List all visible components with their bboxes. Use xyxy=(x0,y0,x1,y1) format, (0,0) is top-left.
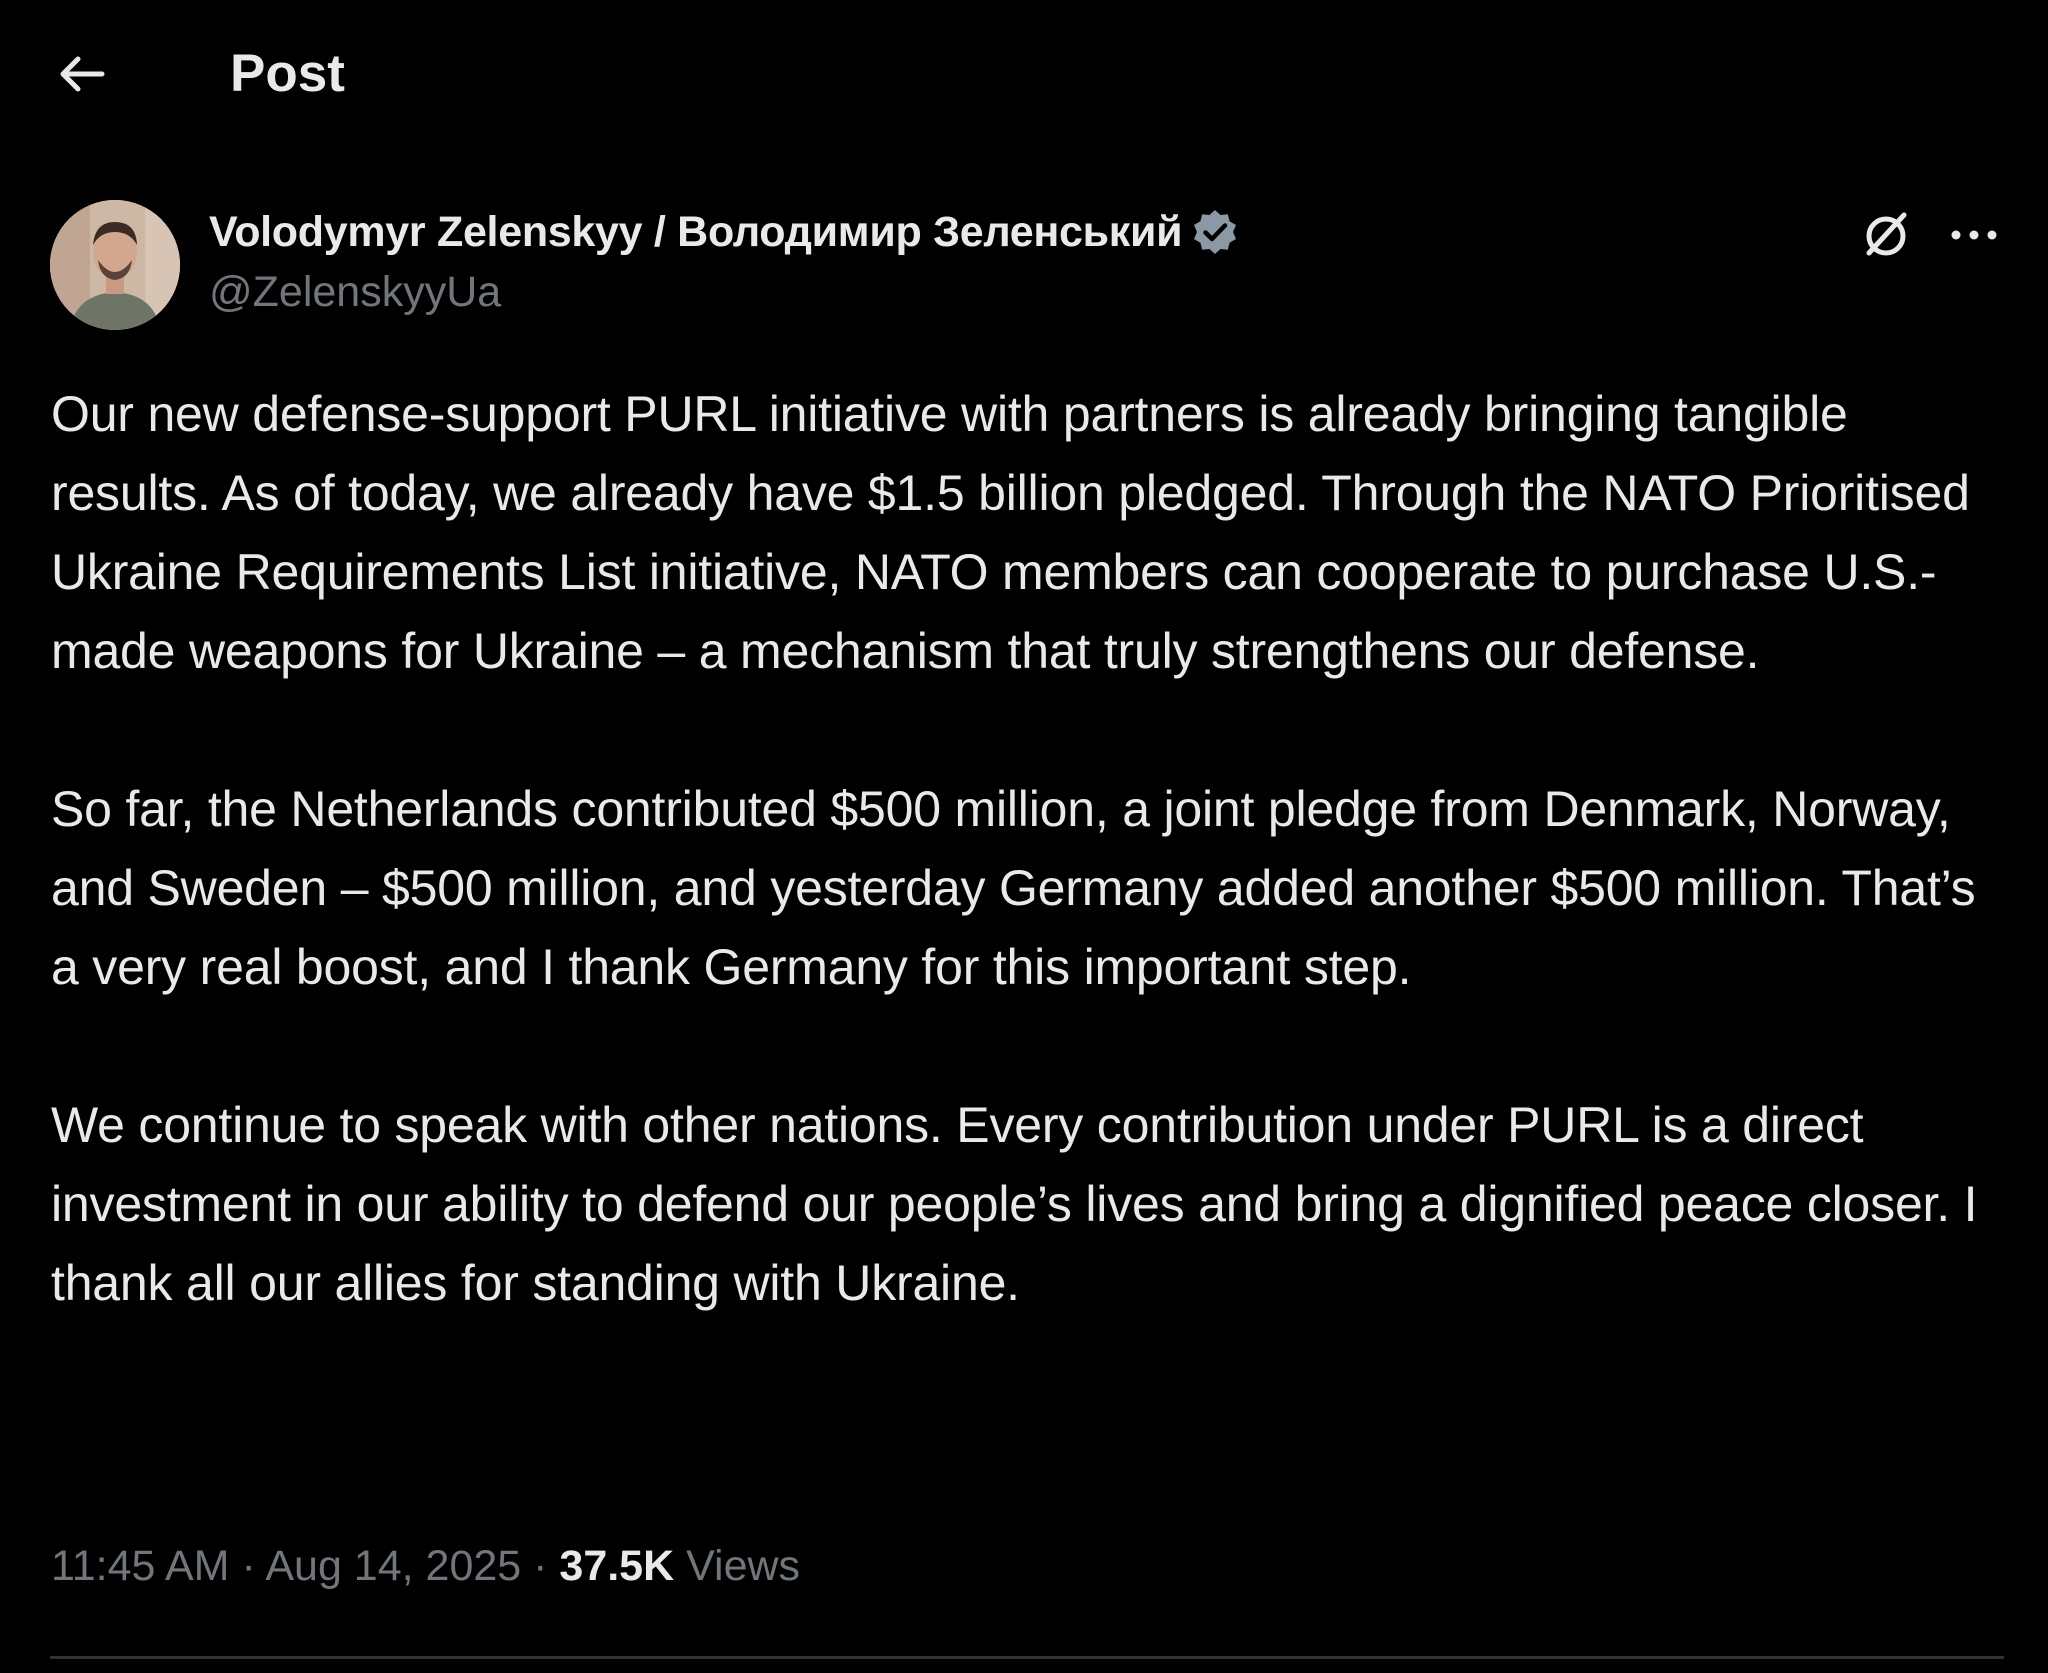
post-text: Our new defense-support PURL initiative … xyxy=(51,375,2011,1323)
meta-separator: · xyxy=(229,1542,266,1590)
post-paragraph: We continue to speak with other nations.… xyxy=(51,1097,1978,1311)
top-bar: Post xyxy=(0,0,2048,150)
avatar[interactable] xyxy=(50,200,180,330)
page-title: Post xyxy=(230,44,345,103)
grok-button[interactable] xyxy=(1856,205,1916,265)
divider xyxy=(50,1656,2004,1659)
post-date[interactable]: Aug 14, 2025 xyxy=(265,1542,521,1590)
meta-separator: · xyxy=(521,1542,560,1590)
verified-badge-icon[interactable] xyxy=(1190,207,1240,257)
more-dots-icon xyxy=(1951,230,1997,240)
avatar-image xyxy=(50,200,180,330)
back-button[interactable] xyxy=(52,44,112,104)
author-block: Volodymyr Zelenskyy / Володимир Зеленськ… xyxy=(209,198,1240,320)
grok-icon xyxy=(1866,212,1907,256)
author-handle[interactable]: @ZelenskyyUa xyxy=(209,264,1240,320)
arrow-left-icon xyxy=(60,56,105,92)
author-name-row: Volodymyr Zelenskyy / Володимир Зеленськ… xyxy=(209,198,1240,266)
author-display-name[interactable]: Volodymyr Zelenskyy / Володимир Зеленськ… xyxy=(209,208,1183,257)
more-options-button[interactable] xyxy=(1946,210,2002,260)
post-meta: 11:45 AM · Aug 14, 2025 · 37.5K Views xyxy=(51,1536,800,1596)
views-count[interactable]: 37.5K xyxy=(559,1542,674,1590)
post-time[interactable]: 11:45 AM xyxy=(51,1542,230,1590)
views-label: Views xyxy=(686,1542,801,1590)
post-paragraph: So far, the Netherlands contributed $500… xyxy=(51,781,1976,995)
post-paragraph: Our new defense-support PURL initiative … xyxy=(51,386,1970,679)
